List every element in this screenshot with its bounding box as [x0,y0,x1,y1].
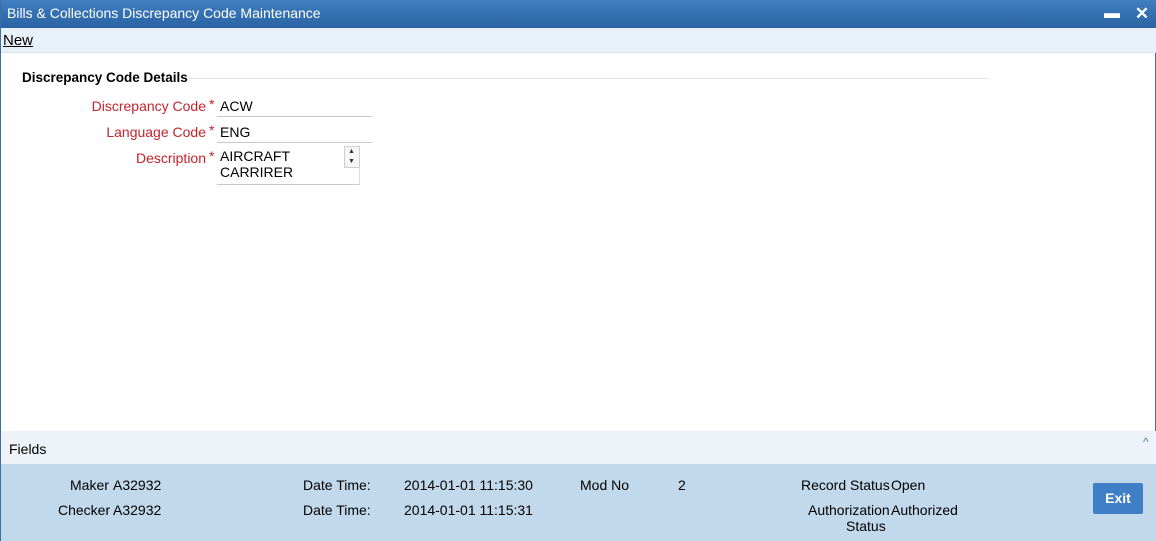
description-textarea[interactable]: AIRCRAFT CARRIRER [217,146,360,185]
exit-button[interactable]: Exit [1093,483,1143,514]
description-scrollbar[interactable]: ▲ ▼ [344,146,360,168]
checker-date-time-label: Date Time: [303,502,371,518]
maker-label: Maker [70,477,109,493]
record-status-value: Open [891,477,926,493]
scroll-down-icon[interactable]: ▼ [348,158,355,165]
fields-label[interactable]: Fields [9,441,46,457]
scroll-up-icon[interactable]: ▲ [348,148,355,155]
required-mark: * [209,148,215,164]
authorization-status-value: Authorized [891,502,958,518]
checker-date-time-value: 2014-01-01 11:15:31 [404,502,533,518]
toolbar: New [1,28,1156,53]
fields-bar: Fields ^ [1,431,1156,464]
section-title: Discrepancy Code Details [22,70,188,85]
checker-label: Checker [58,502,111,518]
authorization-status-label-line2: Status [846,518,886,534]
maker-date-time-value: 2014-01-01 11:15:30 [404,477,533,493]
mod-no-label: Mod No [580,477,630,493]
discrepancy-code-field[interactable]: ACW [217,95,372,117]
section-divider [189,78,989,79]
language-code-label: Language Code [106,124,206,140]
description-line: CARRIRER [220,164,294,180]
description-line: AIRCRAFT [220,148,290,164]
checker-value: A32932 [113,502,162,518]
main-window: Bills & Collections Discrepancy Code Mai… [0,0,1156,541]
record-status-label: Record Status [801,477,890,493]
required-mark: * [209,96,215,112]
audit-panel: Maker A32932 Checker A32932 Date Time: 2… [1,464,1156,541]
required-mark: * [209,122,215,138]
mod-no-value: 2 [678,477,686,493]
description-label: Description [135,150,206,166]
window-title: Bills & Collections Discrepancy Code Mai… [7,5,321,21]
authorization-status-label: Authorization [808,502,890,518]
minimize-icon[interactable]: ▬ [1101,3,1123,25]
new-link[interactable]: New [3,32,33,49]
title-bar: Bills & Collections Discrepancy Code Mai… [1,0,1156,28]
maker-value: A32932 [113,477,162,493]
close-icon[interactable]: ✕ [1131,3,1153,25]
description-text: AIRCRAFT CARRIRER [220,148,293,180]
discrepancy-code-label: Discrepancy Code [91,98,206,114]
language-code-field[interactable]: ENG [217,121,372,143]
maker-date-time-label: Date Time: [303,477,371,493]
collapse-caret-icon[interactable]: ^ [1143,435,1149,449]
